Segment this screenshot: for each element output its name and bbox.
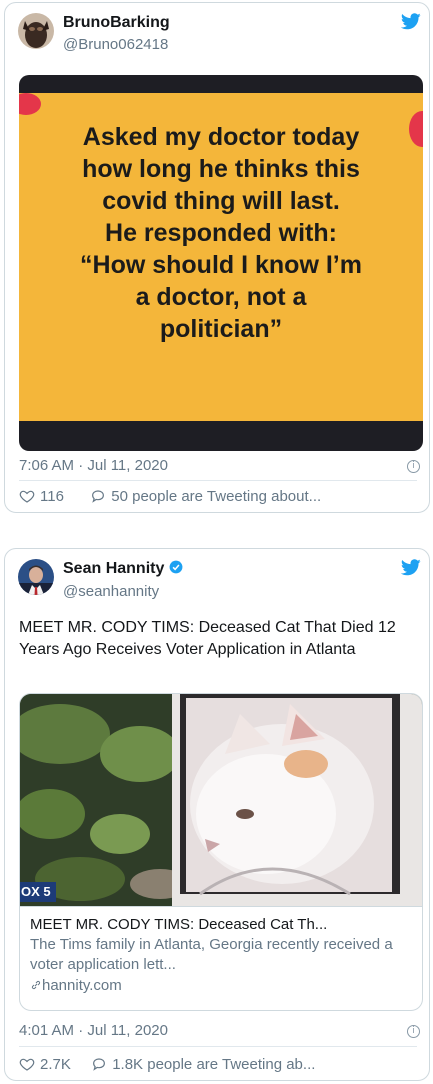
meme-line: Asked my doctor today bbox=[82, 123, 360, 151]
meme-caption: Asked my doctor today how long he thinks… bbox=[19, 121, 423, 345]
meme-line: He responded with: bbox=[105, 219, 337, 247]
author-name[interactable]: BrunoBarking bbox=[63, 14, 170, 32]
conversation-link[interactable]: 1.8K people are Tweeting ab... bbox=[91, 1055, 315, 1073]
author-name[interactable]: Sean Hannity bbox=[63, 560, 183, 578]
heart-icon bbox=[19, 1059, 35, 1072]
meme-line: a doctor, not a bbox=[135, 283, 307, 311]
link-description: The Tims family in Atlanta, Georgia rece… bbox=[30, 936, 393, 973]
meme-image[interactable]: Asked my doctor today how long he thinks… bbox=[19, 75, 423, 451]
heart-icon bbox=[19, 491, 35, 504]
tweet-card[interactable]: Sean Hannity @seanhannity MEET MR. CODY … bbox=[4, 548, 430, 1081]
meme-line: how long he thinks this bbox=[82, 155, 360, 183]
heart-decoration bbox=[19, 93, 41, 115]
author-name-text: Sean Hannity bbox=[63, 560, 165, 577]
like-button[interactable]: 116 bbox=[19, 487, 64, 505]
conversation-text: 50 people are Tweeting about... bbox=[111, 487, 322, 505]
link-preview-card[interactable]: OX 5 MEET MR. CODY TIMS: Deceased Cat Th… bbox=[19, 693, 423, 1011]
tweet-actions: 2.7K 1.8K people are Tweeting ab... bbox=[19, 1055, 315, 1073]
verified-badge-icon bbox=[169, 560, 183, 574]
conversation-text: 1.8K people are Tweeting ab... bbox=[112, 1055, 316, 1073]
tweet-timestamp[interactable]: 4:01 AM · Jul 11, 2020 bbox=[19, 1022, 168, 1039]
info-icon[interactable]: i bbox=[407, 1025, 420, 1038]
tweet-actions: 116 50 people are Tweeting about... bbox=[19, 487, 321, 505]
like-count: 116 bbox=[40, 487, 64, 505]
info-icon[interactable]: i bbox=[407, 460, 420, 473]
link-domain: hannity.com bbox=[42, 977, 122, 994]
link-preview-body: MEET MR. CODY TIMS: Deceased Cat Th... T… bbox=[20, 906, 422, 1010]
twitter-bird-icon[interactable] bbox=[401, 559, 421, 576]
like-count: 2.7K bbox=[40, 1055, 71, 1073]
avatar[interactable] bbox=[18, 13, 54, 49]
author-handle[interactable]: @Bruno062418 bbox=[63, 36, 168, 53]
news-logo-badge: OX 5 bbox=[21, 884, 51, 899]
link-preview-image: OX 5 bbox=[20, 694, 422, 906]
meme-line: covid thing will last. bbox=[102, 187, 340, 215]
reply-bubble-icon bbox=[92, 490, 105, 504]
divider bbox=[19, 1046, 417, 1047]
link-domain-row: hannity.com bbox=[30, 975, 414, 997]
twitter-bird-icon[interactable] bbox=[401, 13, 421, 30]
meme-line: “How should I know I’m bbox=[80, 251, 362, 279]
tweet-text: MEET MR. CODY TIMS: Deceased Cat That Di… bbox=[19, 619, 396, 658]
meme-line: politician” bbox=[159, 315, 283, 343]
conversation-link[interactable]: 50 people are Tweeting about... bbox=[90, 487, 321, 505]
reply-bubble-icon bbox=[93, 1058, 106, 1072]
tweet-card[interactable]: BrunoBarking @Bruno062418 Asked my docto… bbox=[4, 2, 430, 513]
divider bbox=[19, 480, 417, 481]
avatar[interactable] bbox=[18, 559, 54, 595]
author-handle[interactable]: @seanhannity bbox=[63, 583, 159, 600]
meme-background: Asked my doctor today how long he thinks… bbox=[19, 93, 423, 421]
like-button[interactable]: 2.7K bbox=[19, 1055, 71, 1073]
tweet-timestamp[interactable]: 7:06 AM · Jul 11, 2020 bbox=[19, 457, 168, 474]
link-title: MEET MR. CODY TIMS: Deceased Cat Th... bbox=[30, 916, 328, 933]
link-icon bbox=[31, 980, 41, 990]
